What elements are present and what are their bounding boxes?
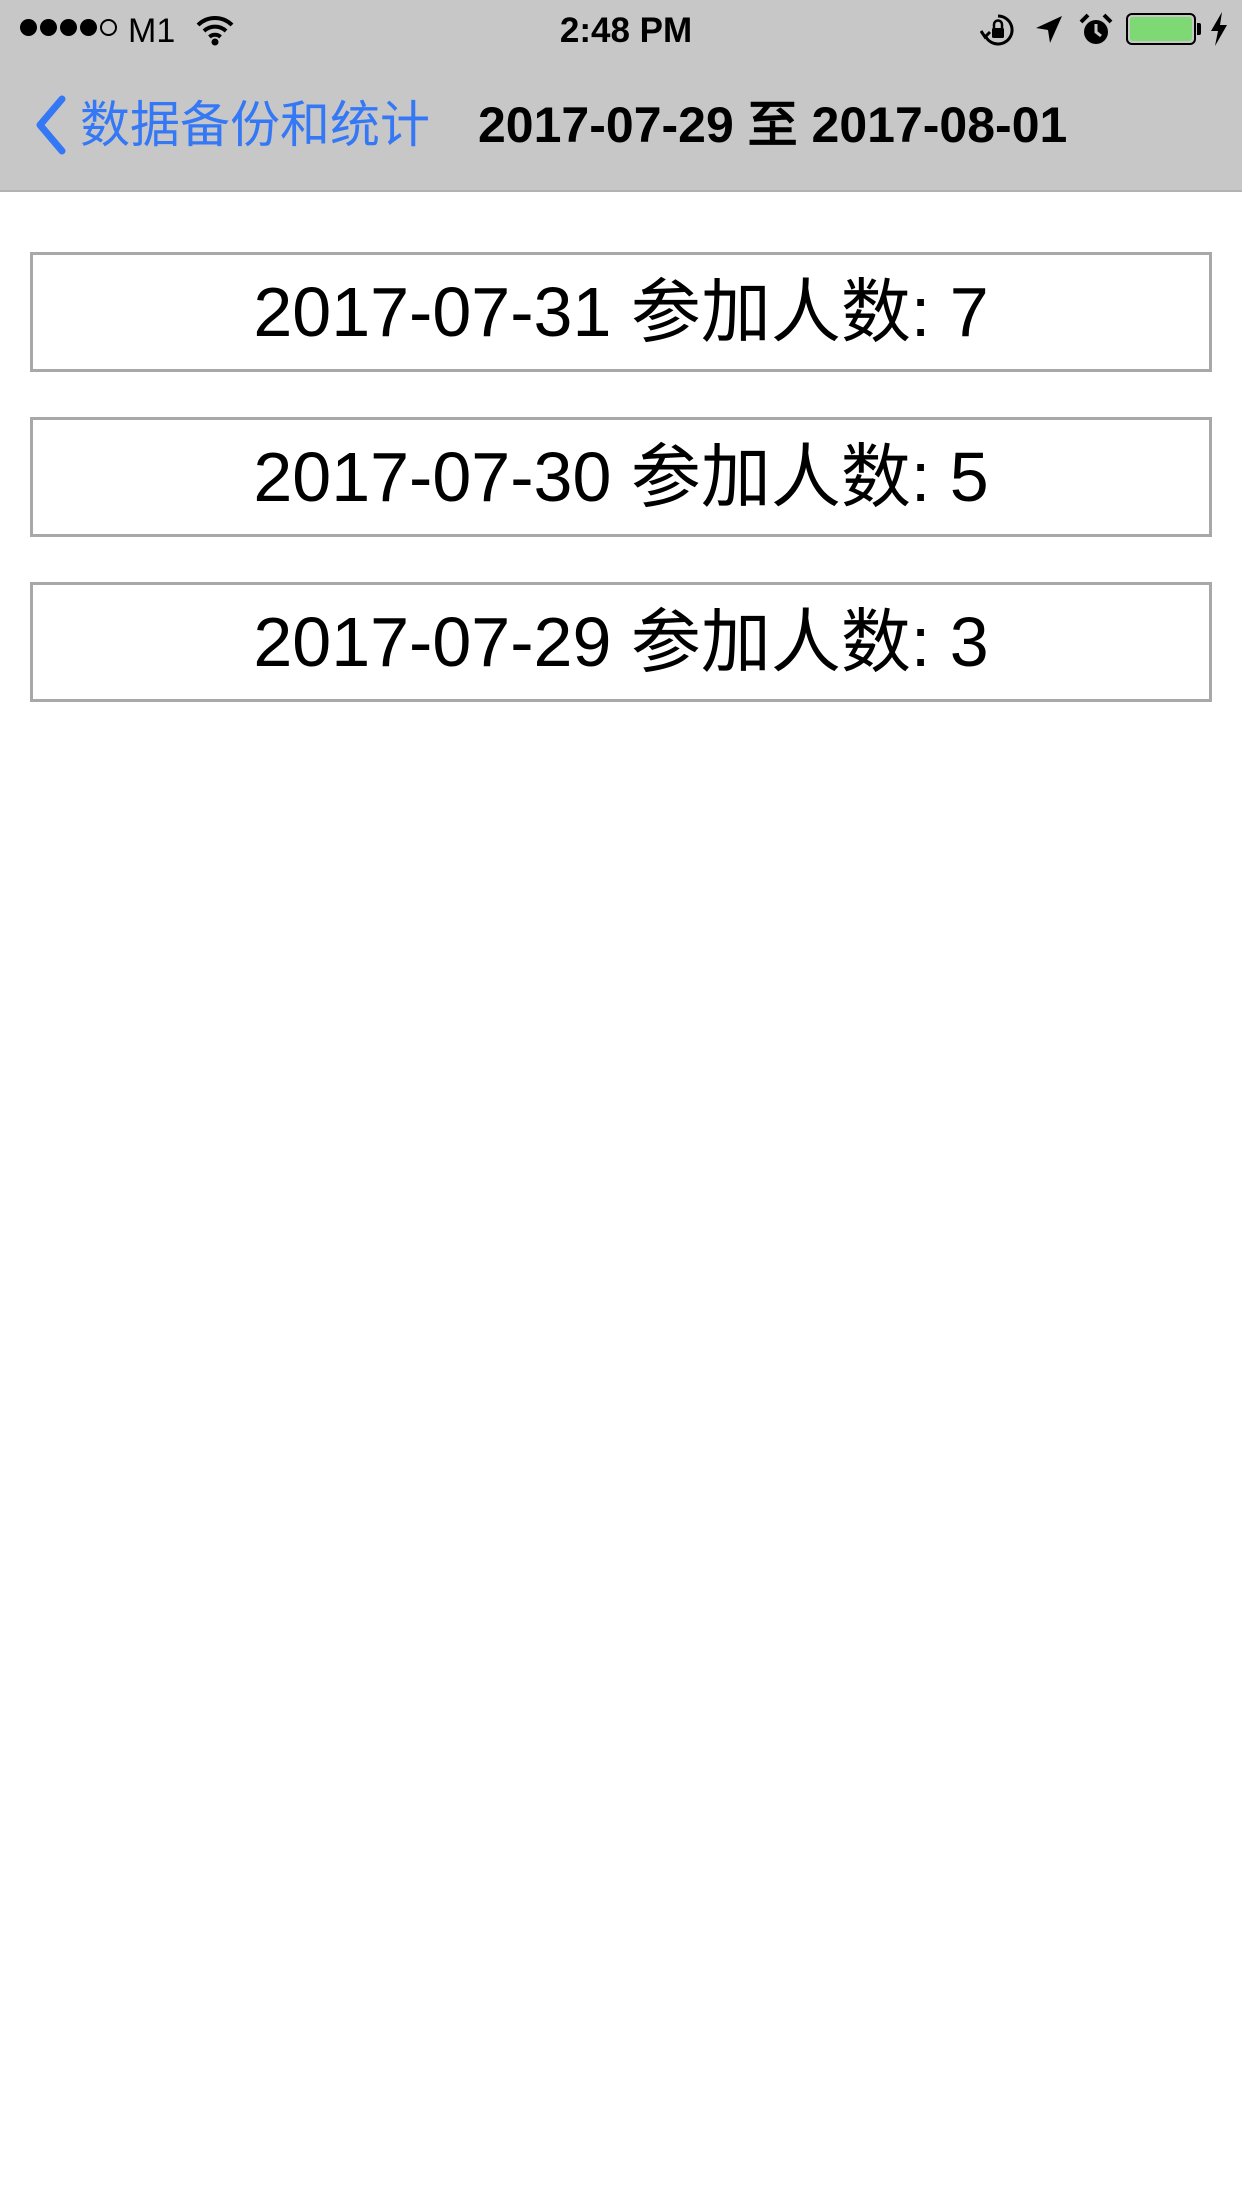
- status-bar: M1 2:48 PM: [0, 0, 1242, 60]
- charging-bolt-icon: [1211, 12, 1227, 46]
- battery-level: [1130, 17, 1192, 41]
- list-item[interactable]: 2017-07-29 参加人数: 3: [30, 582, 1212, 702]
- location-arrow-icon: [1036, 16, 1062, 43]
- battery-tip: [1197, 23, 1201, 35]
- list-item[interactable]: 2017-07-30 参加人数: 5: [30, 417, 1212, 537]
- top-bar: M1 2:48 PM 数据备份和统计 2017-07-29 至 2017-08-…: [0, 0, 1242, 192]
- orientation-lock-icon: [980, 14, 1014, 46]
- chevron-left-icon: [36, 95, 66, 155]
- list-item[interactable]: 2017-07-31 参加人数: 7: [30, 252, 1212, 372]
- navigation-bar: 数据备份和统计 2017-07-29 至 2017-08-01: [0, 62, 1242, 190]
- back-button-label: 数据备份和统计: [80, 97, 430, 153]
- record-list: 2017-07-31 参加人数: 7 2017-07-30 参加人数: 5 20…: [30, 252, 1212, 747]
- back-button[interactable]: 数据备份和统计: [34, 88, 430, 162]
- page-title: 2017-07-29 至 2017-08-01: [478, 97, 1068, 153]
- alarm-icon: [1079, 13, 1113, 44]
- battery-icon: [1126, 13, 1196, 45]
